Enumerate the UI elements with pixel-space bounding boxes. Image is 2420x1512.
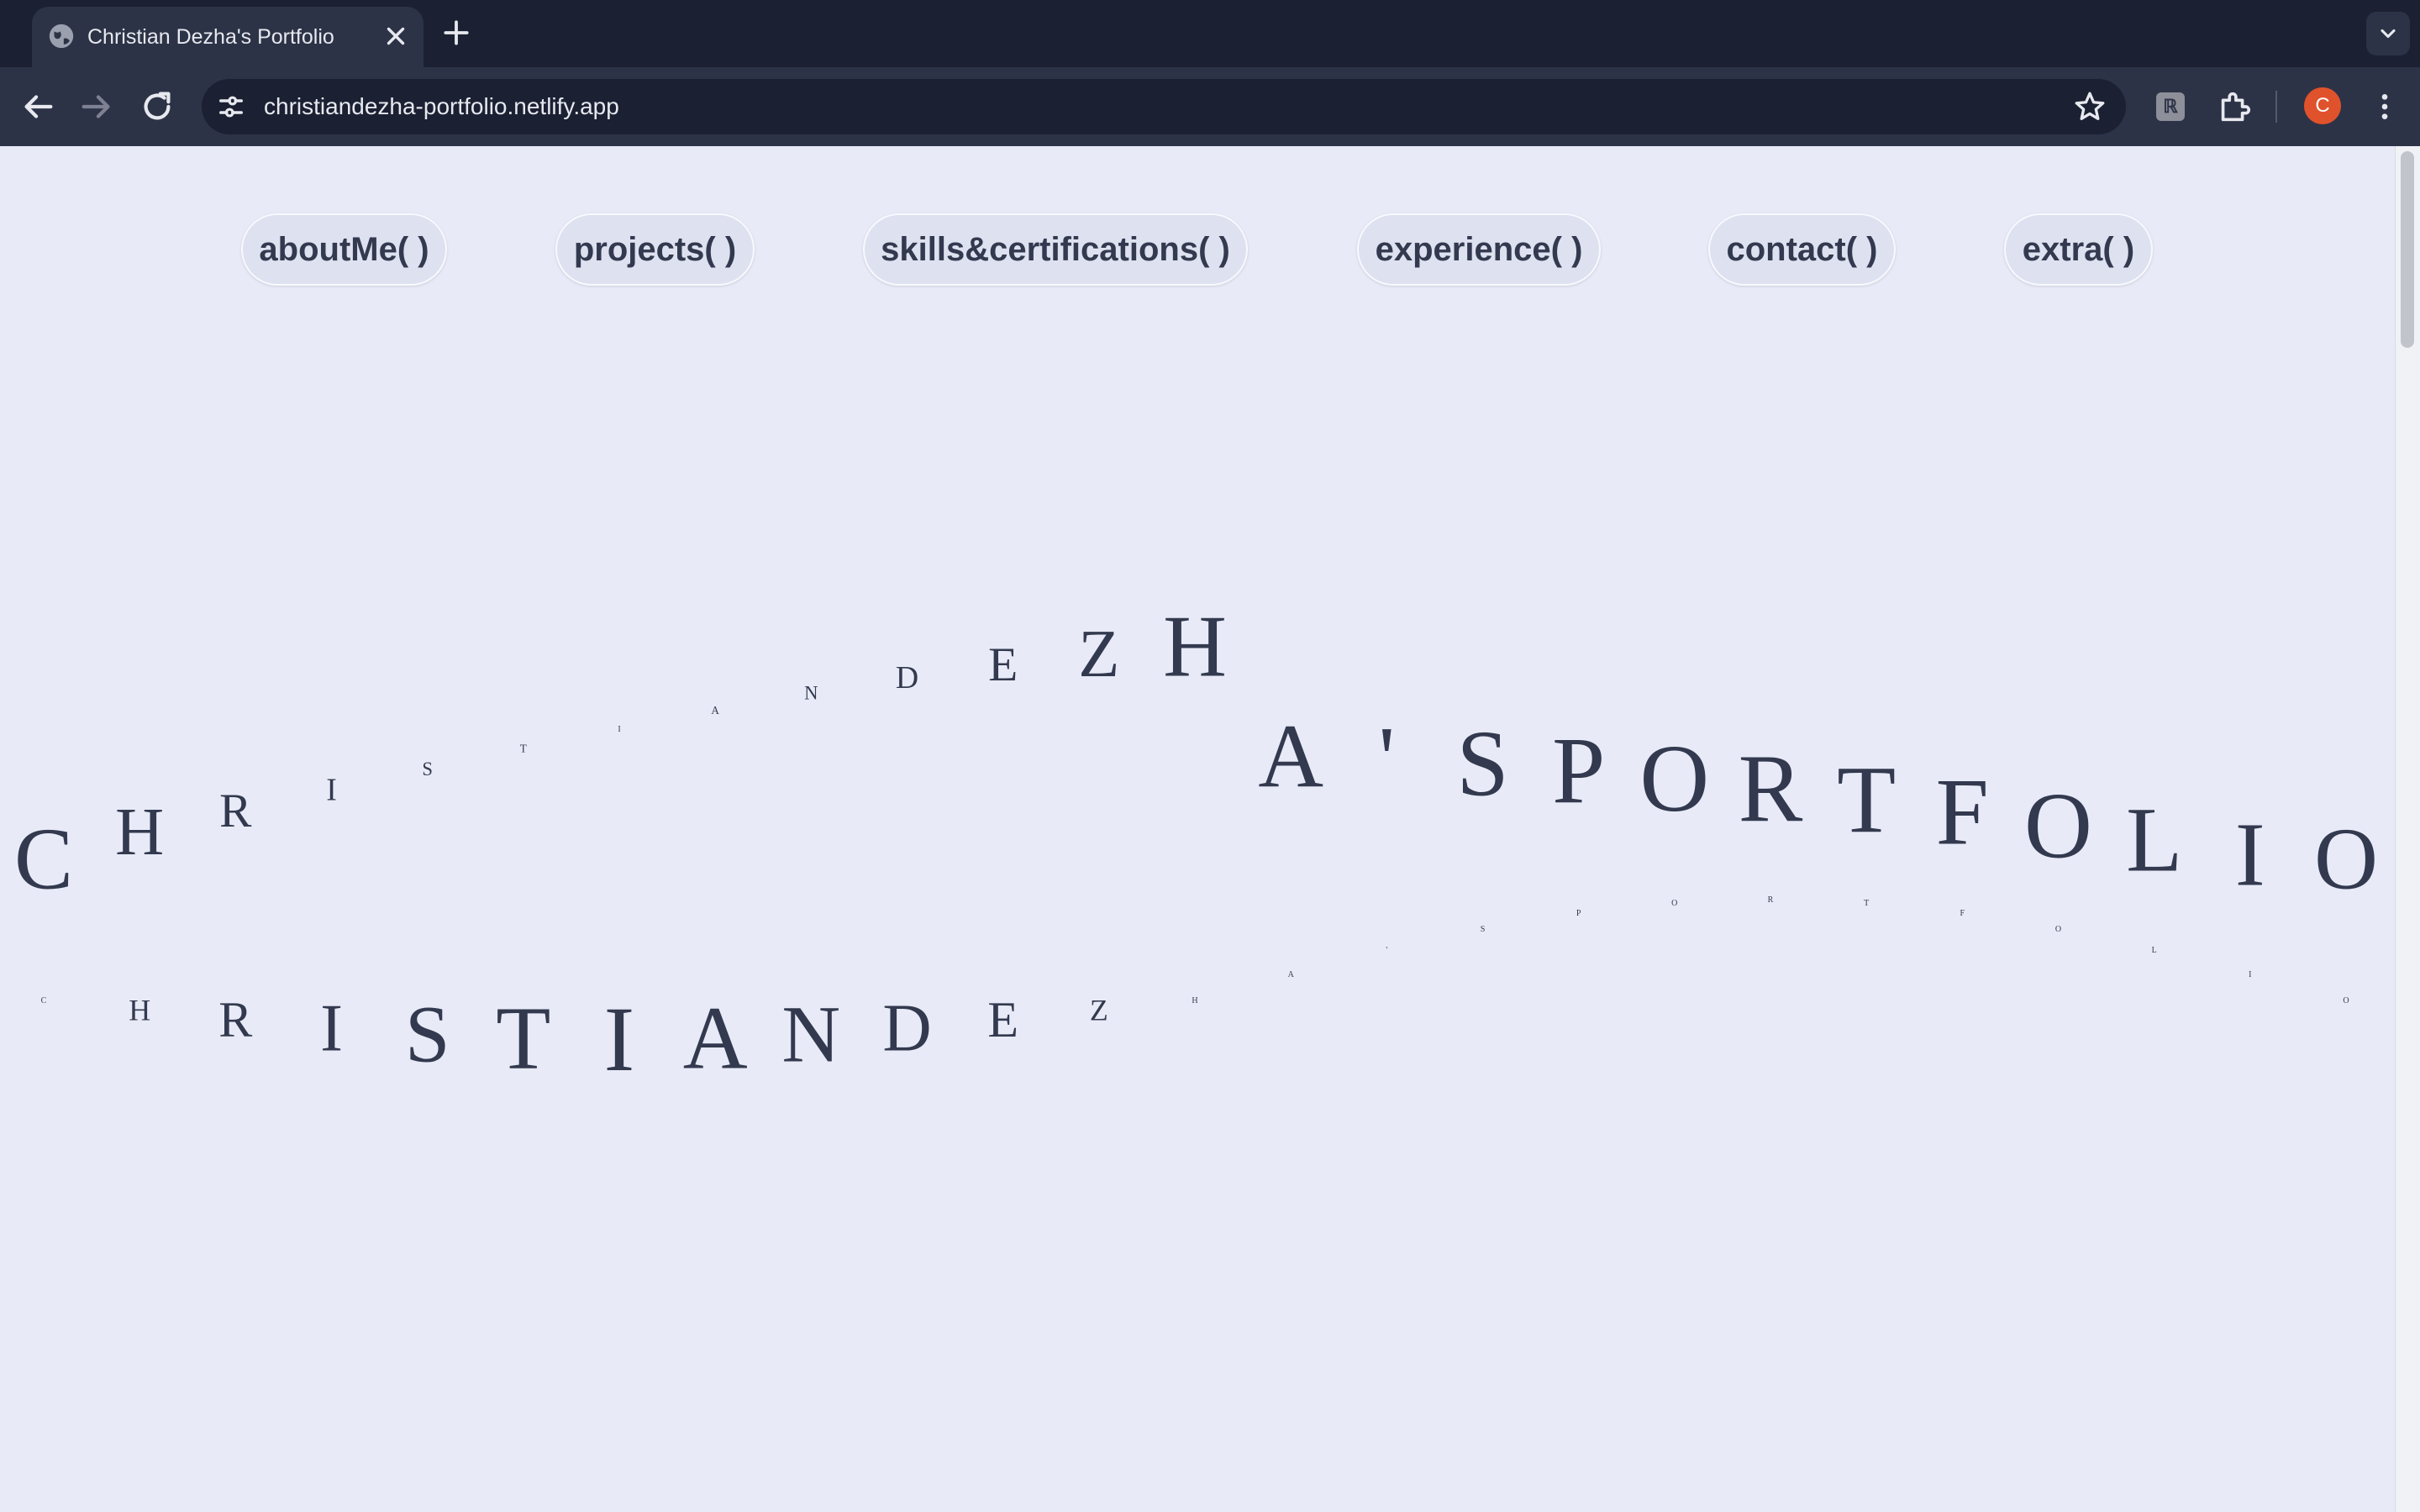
browser-tab-bar: Christian Dezha's Portfolio xyxy=(0,0,2420,67)
page-scrollbar[interactable] xyxy=(2395,146,2420,1512)
url-text[interactable]: christiandezha-portfolio.netlify.app xyxy=(264,92,619,121)
address-bar[interactable]: christiandezha-portfolio.netlify.app xyxy=(202,79,2126,134)
page-content xyxy=(0,146,2395,1512)
nav-contact-button[interactable]: contact( ) xyxy=(1708,213,1896,286)
forward-arrow-icon[interactable] xyxy=(77,87,116,126)
browser-tab[interactable]: Christian Dezha's Portfolio xyxy=(32,7,424,67)
extension-icon[interactable]: ℝ xyxy=(2156,92,2185,121)
nav-projects-button[interactable]: projects( ) xyxy=(555,213,755,286)
extensions-puzzle-icon[interactable] xyxy=(2215,87,2254,126)
nav-about-me-button[interactable]: aboutMe( ) xyxy=(241,213,447,286)
profile-avatar[interactable]: C xyxy=(2304,87,2341,124)
tab-title: Christian Dezha's Portfolio xyxy=(87,25,334,49)
bookmark-star-icon[interactable] xyxy=(2072,89,2107,124)
scrollbar-thumb[interactable] xyxy=(2401,151,2414,348)
nav-extra-button[interactable]: extra( ) xyxy=(2004,213,2153,286)
nav-skills-certifications-button[interactable]: skills&certifications( ) xyxy=(863,213,1248,286)
tab-search-button[interactable] xyxy=(2366,12,2410,55)
chevron-down-icon xyxy=(2381,29,2396,39)
back-arrow-icon[interactable] xyxy=(18,87,57,126)
reload-icon[interactable] xyxy=(138,87,176,126)
toolbar-divider xyxy=(2275,91,2277,123)
nav-experience-button[interactable]: experience( ) xyxy=(1357,213,1601,286)
new-tab-icon[interactable] xyxy=(440,17,472,49)
close-icon[interactable] xyxy=(381,22,410,50)
site-settings-icon[interactable] xyxy=(213,89,249,124)
globe-icon xyxy=(49,24,74,49)
more-menu-icon[interactable] xyxy=(2368,87,2402,126)
